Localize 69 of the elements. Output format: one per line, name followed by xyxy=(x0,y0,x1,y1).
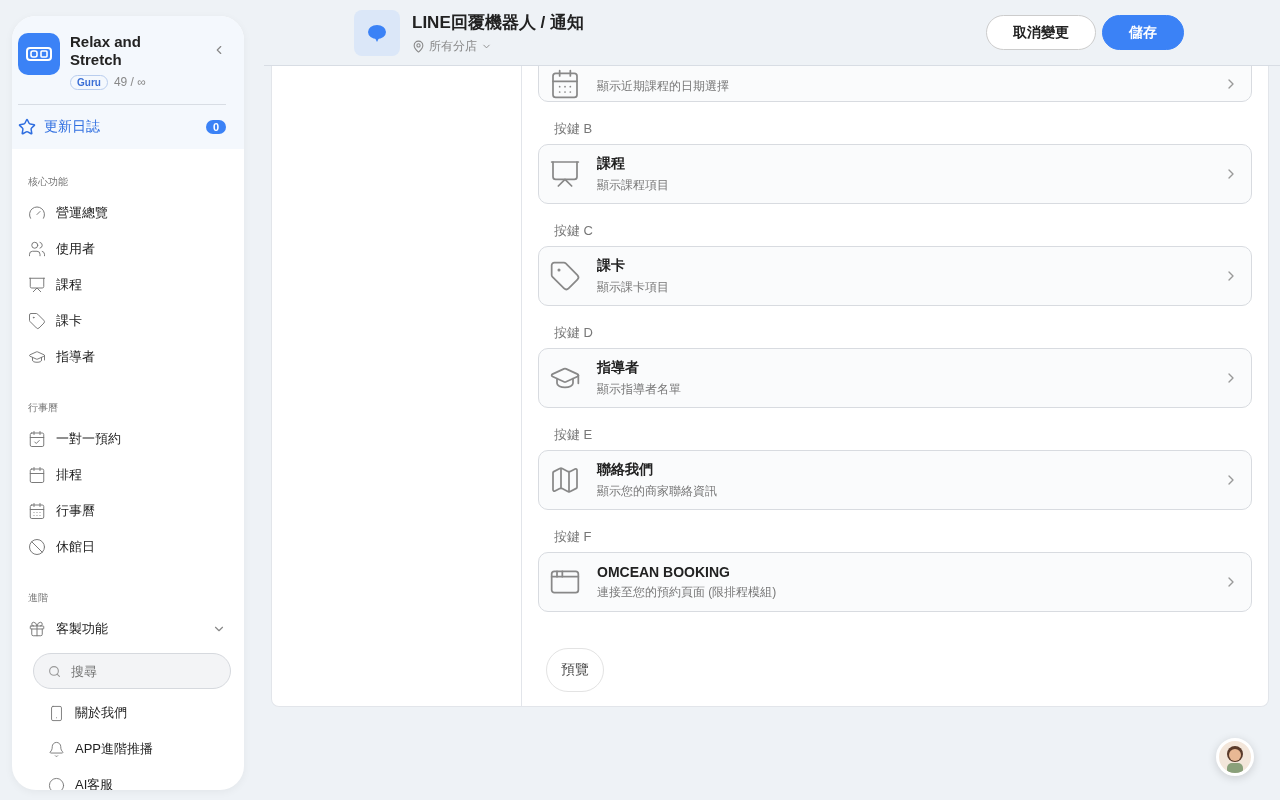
calendar-icon xyxy=(28,502,46,520)
card-subtitle: 顯示您的商家聯絡資訊 xyxy=(597,482,718,500)
easel-icon xyxy=(28,276,46,294)
count-badge: 0 xyxy=(205,120,226,134)
star-icon xyxy=(18,118,36,136)
card-subtitle: 連接至您的預約頁面 (限排程模組) xyxy=(597,583,778,601)
key-card[interactable]: 聯絡我們 顯示您的商家聯絡資訊 xyxy=(538,450,1252,510)
key-card[interactable]: 課程 顯示課程項目 xyxy=(538,144,1252,204)
key-card[interactable]: 指導者 顯示指導者名單 xyxy=(538,348,1252,408)
sidebar-item[interactable]: 使用者 xyxy=(12,231,244,267)
easel-icon xyxy=(549,158,581,190)
sidebar-item[interactable]: 指導者 xyxy=(12,339,244,375)
assistant-avatar[interactable] xyxy=(1216,738,1254,776)
sidebar-item[interactable]: 行事曆 xyxy=(12,493,244,529)
sidebar-item[interactable]: 關於我們 xyxy=(12,695,244,731)
key-label: 按鍵 C xyxy=(553,222,594,240)
users-icon xyxy=(28,240,46,258)
sidebar-item[interactable]: 一對一預約 xyxy=(12,421,244,457)
key-card[interactable]: 顯示近期課程的日期選擇 xyxy=(538,66,1252,102)
sidebar-item[interactable]: 課程 xyxy=(12,267,244,303)
section-title: 行事曆 xyxy=(27,401,59,415)
tag-icon xyxy=(28,312,46,330)
card-title: 指導者 xyxy=(597,358,640,377)
phone-icon xyxy=(48,704,65,722)
gauge-icon xyxy=(28,204,46,222)
search-field[interactable]: 搜尋 xyxy=(33,653,231,689)
card-title: 課卡 xyxy=(597,256,626,275)
sidebar-item[interactable]: APP進階推播 xyxy=(12,731,244,767)
usage-count: 49 / ∞ xyxy=(113,75,146,89)
prohibited-icon xyxy=(28,538,46,556)
card-title: OMCEAN BOOKING xyxy=(597,563,731,580)
brand-name: Relax and Stretch xyxy=(70,33,142,69)
key-card[interactable]: OMCEAN BOOKING 連接至您的預約頁面 (限排程模組) xyxy=(538,552,1252,612)
logo-icon xyxy=(18,33,60,75)
key-card[interactable]: 課卡 顯示課卡項目 xyxy=(538,246,1252,306)
page-title: LINE回覆機器人 / 通知 xyxy=(412,11,585,34)
calendar-icon xyxy=(28,466,46,484)
search-input[interactable]: 搜尋 xyxy=(69,662,216,680)
sidebar-item[interactable]: 休館日 xyxy=(12,529,244,565)
tag-icon xyxy=(549,260,581,292)
sidebar-item[interactable]: AI客服 xyxy=(12,767,244,790)
card-title: 聯絡我們 xyxy=(597,460,654,479)
cancel-button[interactable]: 取消變更 xyxy=(986,15,1096,50)
calendar-icon xyxy=(549,68,581,100)
card-title: 課程 xyxy=(597,154,626,173)
key-label: 按鍵 F xyxy=(553,528,593,546)
bell-icon xyxy=(48,740,65,758)
preview-button[interactable]: 預覽 xyxy=(546,648,604,692)
calendar-icon xyxy=(28,430,46,448)
sidebar-item[interactable]: 排程 xyxy=(12,457,244,493)
card-subtitle: 顯示課程項目 xyxy=(597,176,670,194)
key-label: 按鍵 D xyxy=(553,324,594,342)
gift-icon xyxy=(28,620,46,638)
card-subtitle: 顯示近期課程的日期選擇 xyxy=(597,77,730,95)
key-label: 按鍵 B xyxy=(553,120,594,138)
section-title: 進階 xyxy=(27,591,49,605)
pin-icon xyxy=(412,39,425,53)
sidebar-item[interactable]: 營運總覽 xyxy=(12,195,244,231)
sidebar-item[interactable]: 課卡 xyxy=(12,303,244,339)
search-icon xyxy=(48,663,62,679)
graduation-cap-icon xyxy=(28,348,46,366)
key-label: 按鍵 E xyxy=(553,426,594,444)
changelog-item[interactable]: 更新日誌 0 xyxy=(18,105,226,149)
section-title: 核心功能 xyxy=(27,175,69,189)
sidebar-item[interactable]: 客製功能 xyxy=(12,611,244,647)
save-button[interactable]: 儲存 xyxy=(1102,15,1184,50)
line-logo-icon xyxy=(354,9,400,56)
card-subtitle: 顯示課卡項目 xyxy=(597,278,670,296)
card-subtitle: 顯示指導者名單 xyxy=(597,380,682,398)
